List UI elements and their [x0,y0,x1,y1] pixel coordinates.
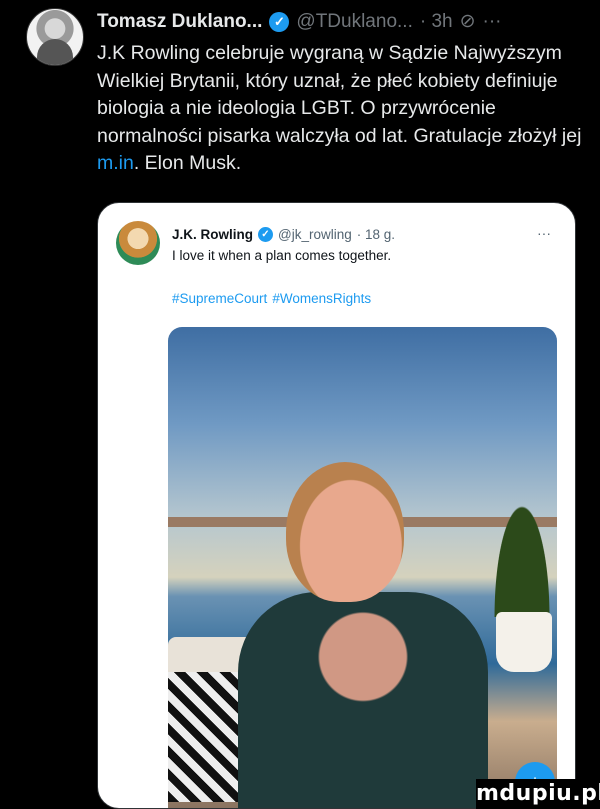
quoted-author-avatar[interactable] [116,221,160,265]
author-avatar[interactable] [26,8,84,66]
quoted-tweet-card[interactable]: J.K. Rowling ✓ @jk_rowling · 18 g. ··· I… [97,202,576,809]
author-name[interactable]: Tomasz Duklano... [97,11,262,33]
quoted-tweet-text: I love it when a plan comes together. [172,248,392,263]
tweet-time[interactable]: · 3h [420,11,453,33]
hashtag-womensrights[interactable]: #WomensRights [272,291,371,306]
tweet-text: J.K Rowling celebruje wygraną w Sądzie N… [97,40,587,178]
quoted-author-handle[interactable]: @jk_rowling [278,227,352,242]
verified-badge-icon: ✓ [258,227,273,242]
quoted-tweet-header: J.K. Rowling ✓ @jk_rowling · 18 g. [172,227,395,242]
patterned-cushion [168,672,238,802]
hashtag-list: #SupremeCourt #WomensRights [172,291,371,306]
hashtag-supremecourt[interactable]: #SupremeCourt [172,291,267,306]
person-head [286,462,404,602]
tweet-link[interactable]: m.in [97,152,134,174]
plant-pot [496,612,552,672]
quoted-author-name[interactable]: J.K. Rowling [172,227,253,242]
more-icon[interactable]: ··· [483,11,502,33]
tweet-text-end: . Elon Musk. [133,152,242,174]
person-body [238,592,488,808]
tweet-text-main: J.K Rowling celebruje wygraną w Sądzie N… [97,42,582,147]
plant [487,477,557,617]
tweet-header: Tomasz Duklano... ✓ @TDuklano... · 3h ⊘ … [97,10,502,33]
quoted-tweet-photo[interactable] [168,327,557,808]
grok-icon[interactable]: ⊘ [460,10,476,33]
quoted-tweet-time[interactable]: · 18 g. [357,227,395,242]
more-icon[interactable]: ··· [537,225,551,241]
author-handle[interactable]: @TDuklano... [296,11,412,33]
site-watermark: mdupiu.pl [476,779,600,809]
verified-badge-icon: ✓ [269,11,290,32]
